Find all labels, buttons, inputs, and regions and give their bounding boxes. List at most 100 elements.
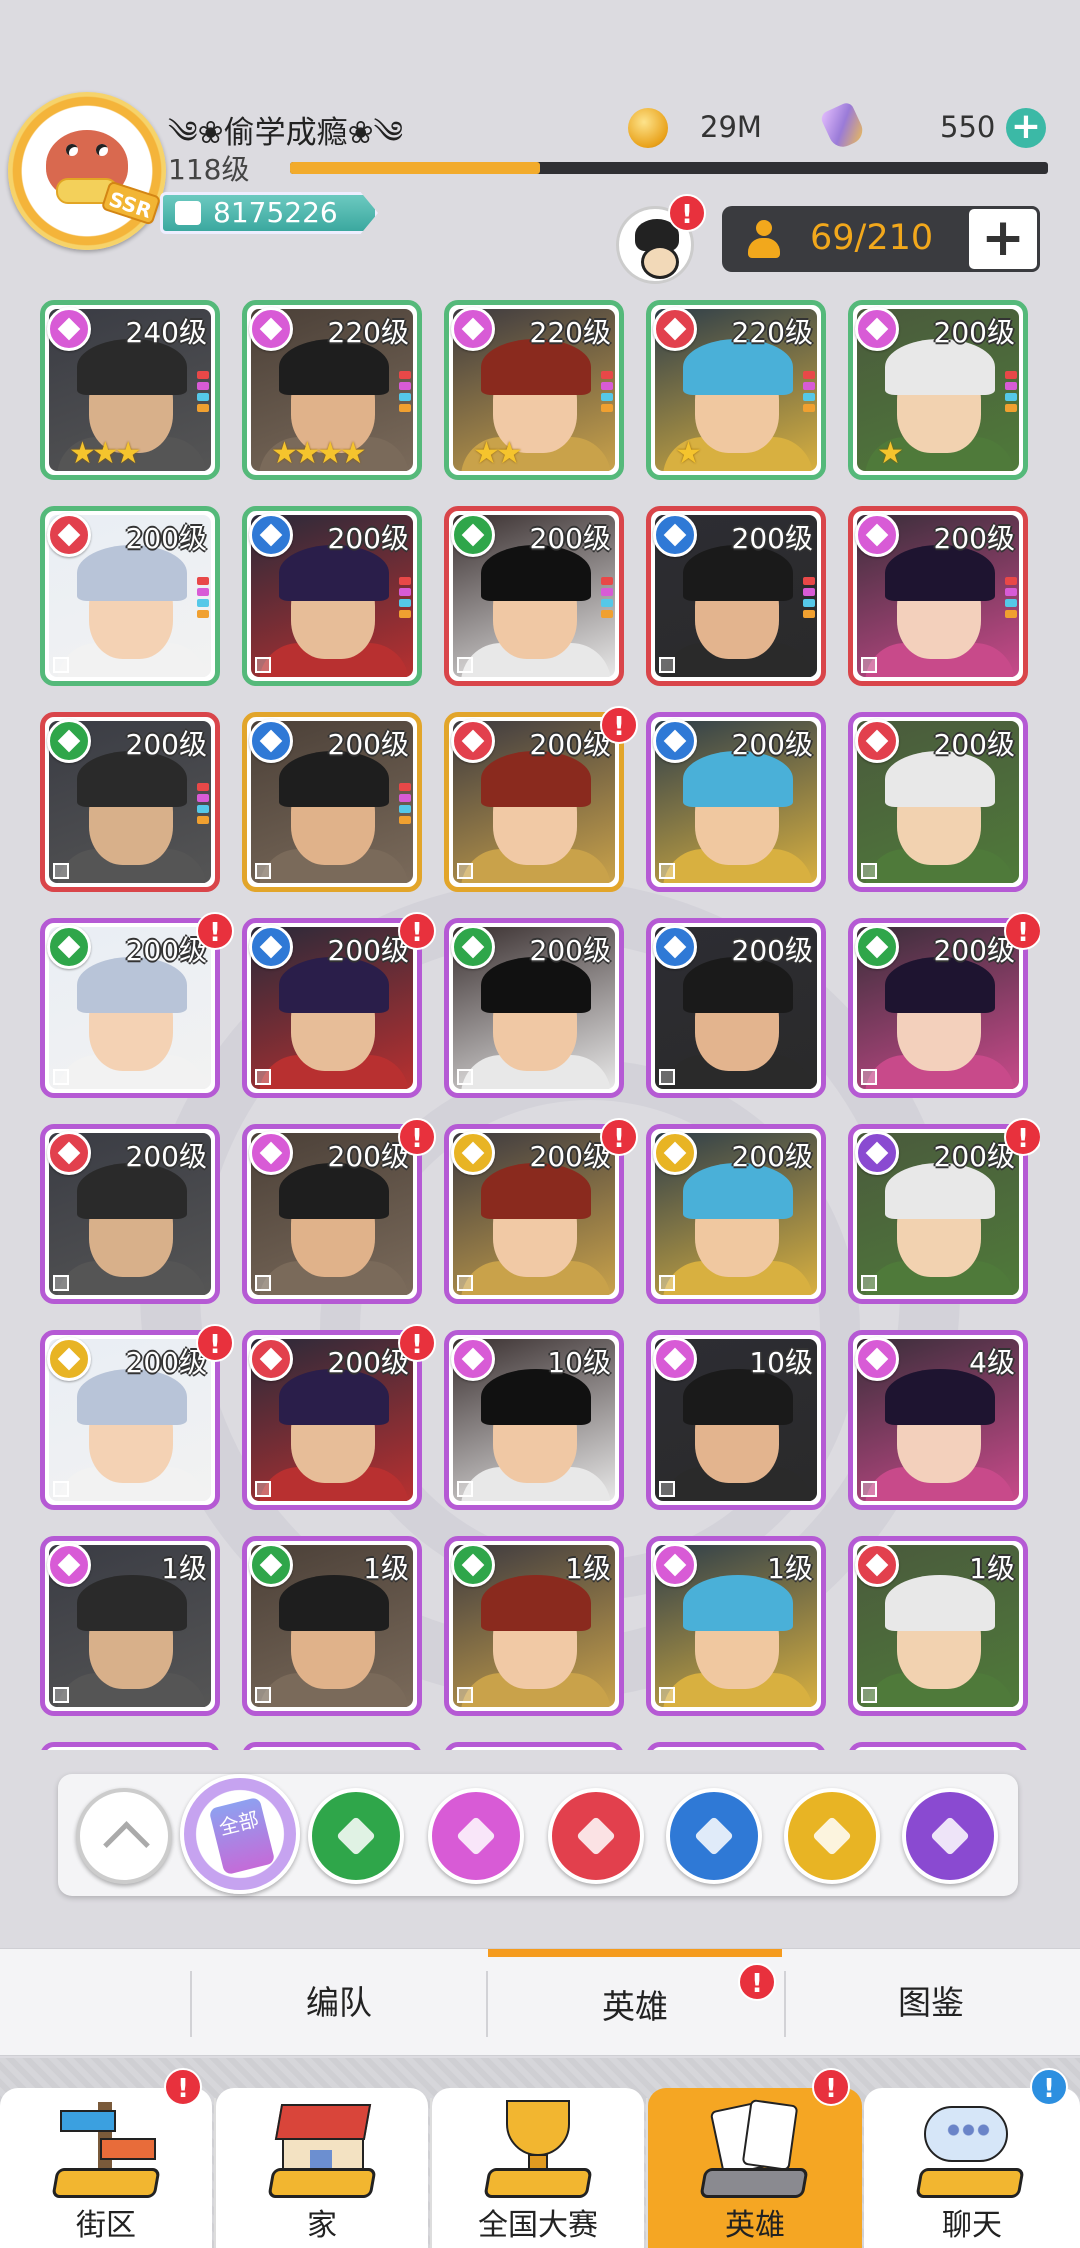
hero-card[interactable]: 200级 xyxy=(848,918,1028,1098)
hero-card[interactable]: 200级 xyxy=(444,918,624,1098)
nav-district[interactable]: 街区 xyxy=(0,2088,212,2248)
hero-card[interactable]: 200级 xyxy=(848,1124,1028,1304)
club-faction-icon xyxy=(47,513,91,557)
filter-club-button[interactable] xyxy=(548,1788,644,1884)
filter-sun-button[interactable] xyxy=(784,1788,880,1884)
hero-card[interactable] xyxy=(848,1742,1028,1750)
diamond-faction-icon xyxy=(249,719,293,763)
hero-card[interactable]: 1级 xyxy=(444,1536,624,1716)
hero-level: 240级 xyxy=(125,316,207,349)
hero-card[interactable] xyxy=(40,1742,220,1750)
filter-spade-button[interactable] xyxy=(308,1788,404,1884)
club-faction-icon xyxy=(855,719,899,763)
hero-card[interactable]: 200级 xyxy=(242,1124,422,1304)
select-box-icon xyxy=(659,863,675,879)
select-box-icon xyxy=(659,1275,675,1291)
club-faction-icon xyxy=(47,1131,91,1175)
xp-bar-fill xyxy=(290,162,541,174)
hero-card[interactable]: 1级 xyxy=(646,1536,826,1716)
hero-card[interactable]: 200级 xyxy=(444,506,624,686)
hero-level: 200级 xyxy=(327,1140,409,1173)
tab-heroes[interactable]: 英雄 xyxy=(488,1949,782,2057)
hero-card[interactable]: 200级 xyxy=(848,712,1028,892)
hero-level: 200级 xyxy=(933,934,1015,967)
hero-card[interactable]: 240级 ★★★ xyxy=(40,300,220,480)
hero-alert-icon: ! xyxy=(398,1324,436,1362)
hero-card[interactable]: 200级 ★ xyxy=(848,300,1028,480)
player-level: 118级 xyxy=(168,153,250,186)
select-box-icon xyxy=(457,657,473,673)
hero-card[interactable]: 10级 xyxy=(646,1330,826,1510)
heart-faction-icon xyxy=(249,307,293,351)
hero-card[interactable]: 200级 xyxy=(444,1124,624,1304)
hero-alert-icon: ! xyxy=(196,1324,234,1362)
tab-divider xyxy=(190,1971,192,2037)
select-box-icon xyxy=(53,1687,69,1703)
faction-filter-bar: 全部 xyxy=(58,1774,1018,1896)
hero-card[interactable]: 200级 xyxy=(242,506,422,686)
tab-formation[interactable]: 编队 xyxy=(194,1949,484,2057)
nav-chat[interactable]: 聊天 xyxy=(864,2088,1080,2248)
hero-card[interactable]: 200级 xyxy=(242,712,422,892)
nav-home[interactable]: 家 xyxy=(216,2088,428,2248)
select-box-icon xyxy=(659,657,675,673)
hero-card[interactable]: 200级 xyxy=(444,712,624,892)
hero-level: 200级 xyxy=(731,522,813,555)
scroll-top-button[interactable] xyxy=(76,1788,172,1884)
hero-card[interactable]: 200级 xyxy=(646,506,826,686)
hero-level: 200级 xyxy=(327,728,409,761)
hero-card[interactable]: 4级 xyxy=(848,1330,1028,1510)
hero-card[interactable]: 200级 xyxy=(242,918,422,1098)
hero-capacity: 69/210 + xyxy=(722,206,1040,272)
club-faction-icon xyxy=(855,1543,899,1587)
hero-level: 200级 xyxy=(327,1346,409,1379)
filter-moon-button[interactable] xyxy=(902,1788,998,1884)
hero-card[interactable]: 220级 ★★ xyxy=(444,300,624,480)
gem-value: 550 xyxy=(940,110,996,144)
hero-card[interactable]: 200级 xyxy=(242,1330,422,1510)
gem-icon xyxy=(819,100,867,152)
hero-card[interactable] xyxy=(646,1742,826,1750)
equipment-ticks xyxy=(197,783,209,827)
hero-card[interactable] xyxy=(242,1742,422,1750)
add-gems-button[interactable]: + xyxy=(1006,108,1046,148)
tab-codex[interactable]: 图鉴 xyxy=(786,1949,1076,2057)
equipment-ticks xyxy=(399,577,411,621)
hero-card[interactable] xyxy=(444,1742,624,1750)
nav-chat-info-icon: ! xyxy=(1030,2068,1068,2106)
filter-heart-button[interactable] xyxy=(428,1788,524,1884)
hero-card[interactable]: 200级 xyxy=(40,506,220,686)
heart-faction-icon xyxy=(653,1543,697,1587)
hero-card[interactable]: 200级 xyxy=(848,506,1028,686)
player-avatar[interactable]: SSR xyxy=(8,92,166,250)
hero-card[interactable]: 200级 xyxy=(646,918,826,1098)
filter-all-button[interactable]: 全部 xyxy=(180,1774,300,1894)
filter-diamond-button[interactable] xyxy=(666,1788,762,1884)
star-rating: ★★★★ xyxy=(271,436,367,471)
hero-card[interactable]: 200级 xyxy=(40,712,220,892)
equipment-ticks xyxy=(1005,371,1017,415)
hero-card[interactable]: 1级 xyxy=(40,1536,220,1716)
hero-card[interactable]: 200级 xyxy=(40,918,220,1098)
nav-heroes[interactable]: 英雄 xyxy=(648,2088,862,2248)
hero-card[interactable]: 1级 xyxy=(848,1536,1028,1716)
hero-alert-icon: ! xyxy=(600,1118,638,1156)
select-box-icon xyxy=(861,657,877,673)
heart-faction-icon xyxy=(653,1337,697,1381)
expand-capacity-button[interactable]: + xyxy=(966,206,1040,272)
hero-level: 200级 xyxy=(327,934,409,967)
hero-card[interactable]: 220级 ★ xyxy=(646,300,826,480)
hero-card[interactable]: 200级 xyxy=(40,1124,220,1304)
spade-faction-icon xyxy=(451,925,495,969)
hero-card[interactable]: 1级 xyxy=(242,1536,422,1716)
hero-card[interactable]: 200级 xyxy=(646,1124,826,1304)
hero-card[interactable]: 200级 xyxy=(646,712,826,892)
hero-card[interactable]: 10级 xyxy=(444,1330,624,1510)
select-box-icon xyxy=(255,1687,271,1703)
hero-card[interactable]: 200级 xyxy=(40,1330,220,1510)
nav-national-contest[interactable]: 全国大赛 xyxy=(432,2088,644,2248)
hero-level: 200级 xyxy=(529,728,611,761)
hero-card[interactable]: 220级 ★★★★ xyxy=(242,300,422,480)
select-box-icon xyxy=(255,863,271,879)
hero-level: 200级 xyxy=(933,1140,1015,1173)
